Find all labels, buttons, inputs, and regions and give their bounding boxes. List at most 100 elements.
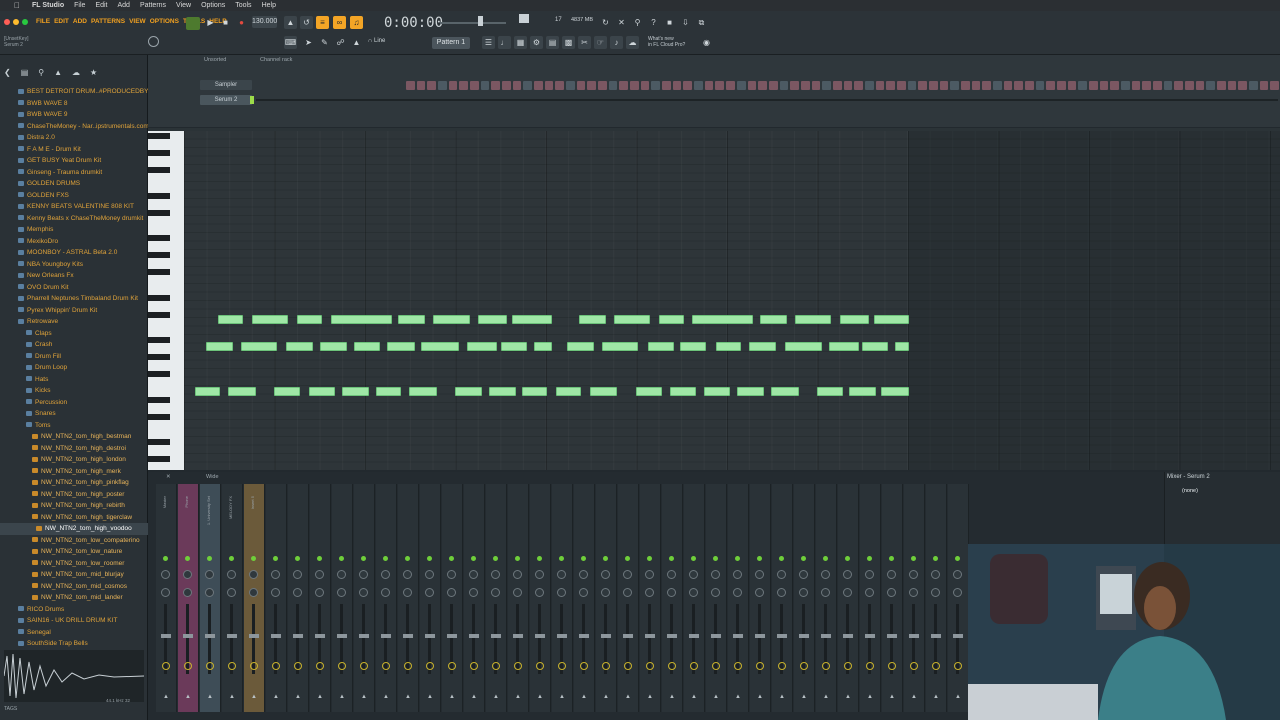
track-fader-handle[interactable] — [777, 634, 787, 638]
track-route-knob[interactable] — [426, 662, 434, 670]
browser-file-item[interactable]: NW_NTN2_tom_mid_lander — [0, 592, 148, 604]
midi-note[interactable] — [478, 315, 507, 324]
midi-note[interactable] — [840, 315, 869, 324]
midi-note[interactable] — [433, 315, 470, 324]
track-mute-led[interactable] — [251, 556, 256, 561]
track-fader-handle[interactable] — [469, 634, 479, 638]
track-route-knob[interactable] — [646, 662, 654, 670]
step-button[interactable] — [726, 81, 735, 90]
mixer-view-mode[interactable]: Wide — [206, 474, 219, 480]
sample-waveform-preview[interactable] — [3, 650, 145, 702]
browser-folder-item[interactable]: F A M E - Drum Kit — [0, 144, 148, 156]
browser-file-item[interactable]: NW_NTN2_tom_high_london — [0, 454, 148, 466]
track-knob[interactable] — [271, 570, 280, 579]
track-fader-handle[interactable] — [733, 634, 743, 638]
menu-file[interactable]: File — [74, 2, 85, 9]
track-knob[interactable] — [777, 570, 786, 579]
track-send-arrow-icon[interactable]: ▲ — [537, 694, 543, 700]
step-button[interactable] — [1163, 81, 1173, 90]
step-button[interactable] — [864, 81, 874, 90]
track-fader-handle[interactable] — [403, 634, 413, 638]
track-route-knob[interactable] — [756, 662, 764, 670]
step-button[interactable] — [608, 81, 618, 90]
menu-options[interactable]: Options — [201, 2, 225, 9]
browser-folder-item[interactable]: Crash — [0, 339, 148, 351]
track-fader-handle[interactable] — [161, 634, 171, 638]
mixer-master-track[interactable]: Master ▲ — [156, 484, 177, 712]
track-fader-handle[interactable] — [205, 634, 215, 638]
track-knob[interactable] — [623, 570, 632, 579]
browser-folder-item[interactable]: Percussion — [0, 397, 148, 409]
step-button[interactable] — [768, 81, 778, 90]
browser-folder-item[interactable]: Kicks — [0, 385, 148, 397]
midi-note[interactable] — [881, 387, 909, 396]
track-knob[interactable] — [337, 570, 346, 579]
mini-piano-roll[interactable] — [256, 99, 1278, 101]
pin-icon[interactable]: ■ — [663, 16, 676, 29]
track-mute-led[interactable] — [603, 556, 608, 561]
midi-note[interactable] — [534, 342, 552, 351]
track-mute-led[interactable] — [361, 556, 366, 561]
track-route-knob[interactable] — [360, 662, 368, 670]
track-fader-handle[interactable] — [667, 634, 677, 638]
black-key[interactable] — [148, 371, 170, 377]
browser-file-item[interactable]: NW_NTN2_tom_low_nature — [0, 546, 148, 558]
track-fader-handle[interactable] — [557, 634, 567, 638]
stop-icon[interactable]: ■ — [219, 16, 232, 29]
browser-folder-item[interactable]: KENNY BEATS VALENTINE 808 KIT — [0, 201, 148, 213]
step-button[interactable] — [1185, 81, 1194, 90]
track-knob[interactable] — [579, 570, 588, 579]
track-knob[interactable] — [887, 588, 896, 597]
midi-note[interactable] — [522, 387, 547, 396]
midi-note[interactable] — [636, 387, 662, 396]
track-mute-led[interactable] — [889, 556, 894, 561]
track-mute-led[interactable] — [471, 556, 476, 561]
track-mute-led[interactable] — [559, 556, 564, 561]
track-knob[interactable] — [205, 570, 214, 579]
midi-note[interactable] — [590, 387, 617, 396]
track-mute-led[interactable] — [581, 556, 586, 561]
track-send-arrow-icon[interactable]: ▲ — [669, 694, 675, 700]
track-mute-led[interactable] — [867, 556, 872, 561]
track-send-arrow-icon[interactable]: ▲ — [559, 694, 565, 700]
step-button[interactable] — [491, 81, 501, 90]
track-send-arrow-icon[interactable]: ▲ — [449, 694, 455, 700]
track-knob[interactable] — [843, 570, 852, 579]
mixer-insert-track[interactable]: ▲ — [860, 484, 881, 712]
browser-icon[interactable]: ▤ — [546, 36, 559, 49]
step-button[interactable] — [555, 81, 565, 90]
midi-note[interactable] — [567, 342, 594, 351]
link-icon[interactable]: ☍ — [334, 36, 347, 49]
mixer-insert-track[interactable]: ▲ — [508, 484, 529, 712]
track-route-knob[interactable] — [844, 662, 852, 670]
midi-note[interactable] — [874, 315, 909, 324]
close-plugins-icon[interactable]: ✕ — [615, 16, 628, 29]
browser-file-item[interactable]: NW_NTN2_tom_low_roomer — [0, 558, 148, 570]
browser-folder-icon[interactable]: ▤ — [21, 68, 29, 80]
browser-folder-item[interactable]: RICO Drums — [0, 604, 148, 616]
mixer-insert-track[interactable]: ▲ — [574, 484, 595, 712]
midi-note[interactable] — [489, 387, 516, 396]
browser-folder-item[interactable]: Kenny Beats x ChaseTheMoney drumkit — [0, 213, 148, 225]
fl-menu-options[interactable]: OPTIONS — [150, 18, 179, 25]
track-fader-handle[interactable] — [711, 634, 721, 638]
track-fader-handle[interactable] — [293, 634, 303, 638]
track-send-arrow-icon[interactable]: ▲ — [515, 694, 521, 700]
track-mute-led[interactable] — [339, 556, 344, 561]
step-button[interactable] — [630, 81, 639, 90]
track-knob[interactable] — [601, 588, 610, 597]
mixer-insert-track[interactable]: ▲ — [926, 484, 947, 712]
wait-icon[interactable]: ↺ — [300, 16, 313, 29]
track-mute-led[interactable] — [537, 556, 542, 561]
browser-folder-item[interactable]: SAIN16 - UK DRILL DRUM KIT — [0, 615, 148, 627]
midi-note[interactable] — [795, 315, 831, 324]
step-button[interactable] — [651, 81, 661, 90]
mixer-insert-track[interactable]: ▲ — [464, 484, 485, 712]
track-route-knob[interactable] — [184, 662, 192, 670]
midi-note[interactable] — [785, 342, 822, 351]
browser-back-icon[interactable]: ❮ — [4, 68, 11, 80]
black-key[interactable] — [148, 439, 170, 445]
browser-file-item[interactable]: NW_NTN2_tom_high_pinkflag — [0, 477, 148, 489]
track-mute-led[interactable] — [427, 556, 432, 561]
browser-folder-item[interactable]: Drum Fill — [0, 351, 148, 363]
